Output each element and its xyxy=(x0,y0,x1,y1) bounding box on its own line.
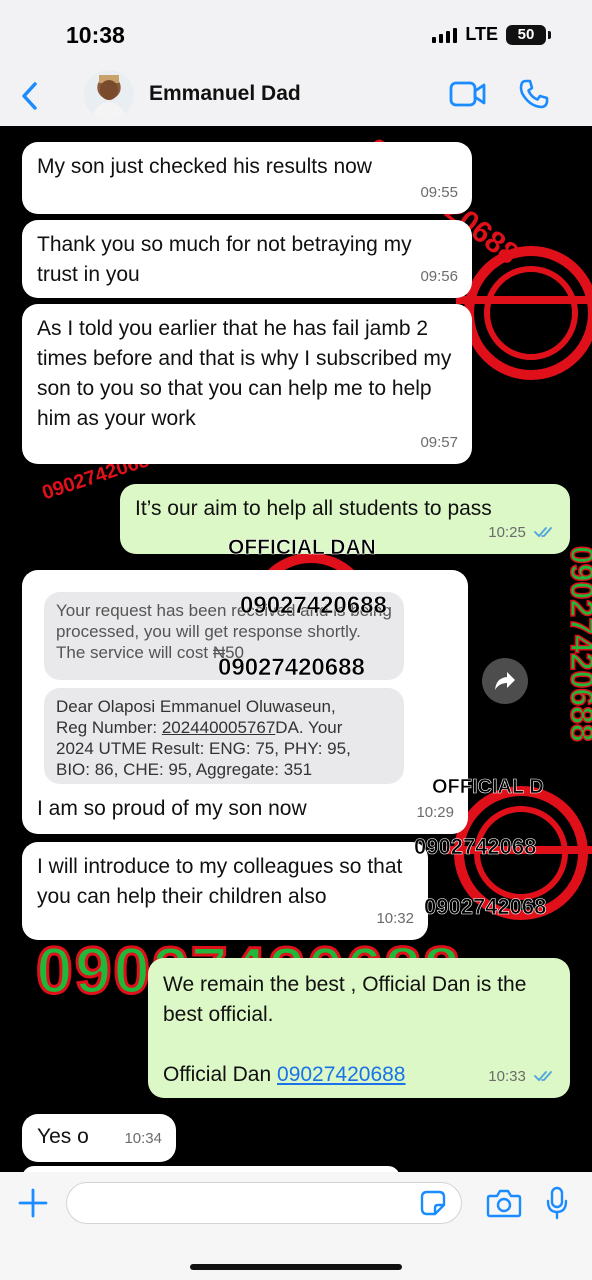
message-time: 10:25 xyxy=(488,524,526,541)
incoming-message[interactable]: Thank you so much for not betraying my t… xyxy=(22,220,472,298)
incoming-image-message[interactable]: Your request has been received and is be… xyxy=(22,570,468,834)
signature-name: Official Dan xyxy=(163,1063,272,1086)
incoming-message[interactable]: As I told you earlier that he has fail j… xyxy=(22,304,472,464)
status-indicators: LTE 50 xyxy=(432,24,551,45)
sms-result-line-3: 2024 UTME Result: ENG: 75, PHY: 95, xyxy=(56,739,351,758)
message-time: 09:57 xyxy=(420,434,458,451)
battery-icon: 50 xyxy=(506,24,551,45)
read-receipt-icon xyxy=(534,527,552,538)
plus-icon xyxy=(18,1188,48,1218)
microphone-icon xyxy=(546,1186,568,1220)
forward-arrow-icon xyxy=(495,672,515,690)
signal-icon xyxy=(432,27,458,43)
watermark-green-phone-vertical: 09027420688 xyxy=(563,545,592,742)
contact-avatar[interactable] xyxy=(84,70,134,120)
sms-reg-number[interactable]: 202440005767 xyxy=(162,718,275,737)
camera-icon xyxy=(486,1189,522,1218)
sms-result-line-1: Dear Olaposi Emmanuel Oluwaseun, xyxy=(56,697,336,716)
home-indicator xyxy=(190,1264,402,1270)
sms-reg-prefix: Reg Number: xyxy=(56,718,162,737)
network-label: LTE xyxy=(465,24,498,44)
message-text: I will introduce to my colleagues so tha… xyxy=(37,855,403,908)
contact-name[interactable]: Emmanuel Dad xyxy=(149,82,301,106)
message-composer xyxy=(0,1172,592,1280)
message-text: It’s our aim to help all students to pas… xyxy=(135,497,492,520)
voice-call-button[interactable] xyxy=(518,78,550,110)
message-time: 09:56 xyxy=(420,268,458,285)
read-receipt-icon xyxy=(534,1071,552,1082)
forward-button[interactable] xyxy=(482,658,528,704)
attach-button[interactable] xyxy=(18,1188,48,1218)
sms-result-line-4: BIO: 86, CHE: 95, Aggregate: 351 xyxy=(56,760,313,779)
watermark-phone-right-1: 0902742068 xyxy=(414,834,537,860)
avatar-photo xyxy=(92,75,126,120)
watermark-stamp-top xyxy=(456,246,592,380)
phone-icon xyxy=(519,79,549,109)
status-time: 10:38 xyxy=(66,22,125,48)
message-time: 10:33 xyxy=(488,1068,526,1085)
message-input[interactable] xyxy=(66,1182,462,1224)
camera-button[interactable] xyxy=(486,1188,522,1218)
watermark-phone-right-2: 0902742068 xyxy=(424,894,547,920)
phone-link[interactable]: 09027420688 xyxy=(277,1063,405,1086)
sticker-button[interactable] xyxy=(420,1190,446,1216)
message-meta: 10:33 xyxy=(488,1062,556,1092)
video-camera-icon xyxy=(449,81,486,107)
message-text: Thank you so much for not betraying my t… xyxy=(37,233,412,286)
sms-reg-suffix: DA. Your xyxy=(275,718,343,737)
incoming-message[interactable]: I will introduce to my colleagues so tha… xyxy=(22,842,428,940)
message-text: Yes o xyxy=(37,1125,89,1148)
message-meta: 10:25 xyxy=(488,518,556,548)
outgoing-message[interactable]: It’s our aim to help all students to pas… xyxy=(120,484,570,554)
message-time: 10:29 xyxy=(416,804,454,821)
message-text: We remain the best , Official Dan is the… xyxy=(163,973,527,1026)
sms-bubble-request: Your request has been received and is be… xyxy=(44,592,404,680)
sms-result-line-2: Reg Number: 202440005767DA. Your xyxy=(56,717,392,738)
chevron-left-icon xyxy=(22,82,37,110)
back-button[interactable] xyxy=(14,78,44,114)
incoming-message[interactable]: My son just checked his results now 09:5… xyxy=(22,142,472,214)
image-caption: I am so proud of my son now xyxy=(37,797,307,820)
message-text: My son just checked his results now xyxy=(37,155,372,178)
message-time: 09:55 xyxy=(420,184,458,201)
message-text: As I told you earlier that he has fail j… xyxy=(37,317,452,430)
sticker-icon xyxy=(420,1190,446,1216)
message-time: 10:34 xyxy=(124,1130,162,1147)
incoming-message[interactable]: Yes o 10:34 xyxy=(22,1114,176,1162)
microphone-button[interactable] xyxy=(546,1186,568,1220)
message-time: 10:32 xyxy=(376,910,414,927)
sms-bubble-result: Dear Olaposi Emmanuel Oluwaseun, Reg Num… xyxy=(44,688,404,784)
chat-area[interactable]: 09027420688 09027420688 09027420688 0902… xyxy=(0,126,592,1172)
video-call-button[interactable] xyxy=(449,80,487,108)
chat-header: 10:38 LTE 50 Emmanuel Dad xyxy=(0,0,592,126)
sms-screenshot-image[interactable]: Your request has been received and is be… xyxy=(32,580,410,786)
outgoing-message[interactable]: We remain the best , Official Dan is the… xyxy=(148,958,570,1098)
